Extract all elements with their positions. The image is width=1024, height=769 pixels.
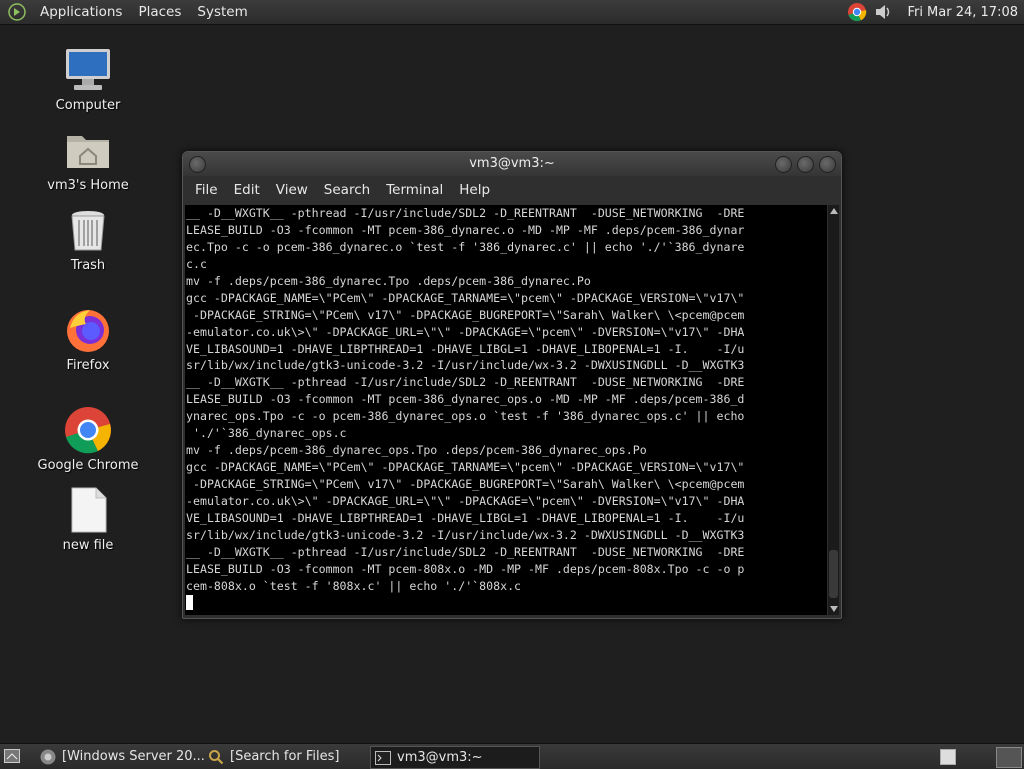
- desktop-icon-home[interactable]: vm3's Home: [28, 126, 148, 193]
- task-search-files[interactable]: [Search for Files]: [204, 746, 370, 767]
- window-title: vm3@vm3:~: [469, 156, 555, 171]
- terminal-icon: [375, 750, 391, 765]
- firefox-icon: [67, 310, 109, 352]
- terminal-window[interactable]: vm3@vm3:~ File Edit View Search Terminal…: [182, 151, 842, 619]
- terminal-line: __ -D__WXGTK__ -pthread -I/usr/include/S…: [186, 544, 745, 559]
- scroll-up-arrow[interactable]: [829, 208, 838, 214]
- terminal-line: LEASE_BUILD -O3 -fcommon -MT pcem-386_dy…: [186, 222, 745, 237]
- scrollbar-thumb[interactable]: [829, 550, 838, 598]
- terminal-line: c.c: [186, 256, 207, 271]
- desktop-icon-label: Trash: [70, 258, 106, 273]
- terminal-line: ynarec_ops.Tpo -c -o pcem-386_dynarec_op…: [186, 409, 745, 424]
- computer-icon: [66, 49, 110, 90]
- terminal-line: './'`386_dynarec_ops.c: [186, 426, 347, 441]
- desktop-icon-trash[interactable]: Trash: [28, 206, 148, 273]
- terminal-line: mv -f .deps/pcem-386_dynarec_ops.Tpo .de…: [186, 443, 647, 458]
- menu-edit[interactable]: Edit: [226, 182, 268, 198]
- terminal-line: gcc -DPACKAGE_NAME=\"PCem\" -DPACKAGE_TA…: [186, 290, 745, 305]
- maximize-button[interactable]: [797, 156, 814, 173]
- terminal-menubar: File Edit View Search Terminal Help: [183, 176, 841, 204]
- terminal-line: LEASE_BUILD -O3 -fcommon -MT pcem-808x.o…: [186, 561, 745, 576]
- terminal-line: VE_LIBASOUND=1 -DHAVE_LIBPTHREAD=1 -DHAV…: [186, 510, 745, 525]
- chrome-icon[interactable]: [847, 2, 867, 22]
- terminal-line: ec.Tpo -c -o pcem-386_dynarec.o `test -f…: [186, 239, 745, 254]
- task-label: [Windows Server 20...: [62, 749, 205, 764]
- desktop-icon-label: new file: [62, 538, 114, 553]
- file-icon: [71, 487, 107, 533]
- task-windows-server[interactable]: [Windows Server 20...: [36, 746, 206, 767]
- terminal-line: gcc -DPACKAGE_NAME=\"PCem\" -DPACKAGE_TA…: [186, 460, 745, 475]
- home-folder-icon: [67, 136, 109, 168]
- clock[interactable]: Fri Mar 24, 17:08: [907, 5, 1018, 20]
- menu-search[interactable]: Search: [316, 182, 378, 198]
- terminal-line: -DPACKAGE_STRING=\"PCem\ v17\" -DPACKAGE…: [186, 477, 745, 491]
- bottom-panel: [Windows Server 20... [Search for Files]…: [0, 743, 1024, 769]
- task-label: vm3@vm3:~: [397, 750, 483, 765]
- trash-applet-icon[interactable]: [940, 749, 956, 765]
- panel-tray: Fri Mar 24, 17:08: [847, 2, 1024, 22]
- minimize-button[interactable]: [775, 156, 792, 173]
- system-menu[interactable]: System: [189, 0, 255, 24]
- search-icon: [209, 749, 224, 764]
- close-button[interactable]: [819, 156, 836, 173]
- desktop-icon-chrome[interactable]: Google Chrome: [28, 406, 148, 473]
- desktop-icon-new-file[interactable]: new file: [28, 486, 148, 553]
- terminal-line: -DPACKAGE_STRING=\"PCem\ v17\" -DPACKAGE…: [186, 307, 745, 322]
- top-panel: Applications Places System Fri Mar 24, 1…: [0, 0, 1024, 25]
- terminal-line: -emulator.co.uk\>\" -DPACKAGE_URL=\"\" -…: [186, 493, 745, 508]
- menu-file[interactable]: File: [187, 182, 226, 198]
- terminal-line: VE_LIBASOUND=1 -DHAVE_LIBPTHREAD=1 -DHAV…: [186, 341, 745, 356]
- terminal-prompt-line[interactable]: [186, 594, 827, 612]
- places-menu[interactable]: Places: [130, 0, 189, 24]
- show-desktop-icon[interactable]: [4, 749, 20, 763]
- terminal-line: mv -f .deps/pcem-386_dynarec.Tpo .deps/p…: [186, 273, 591, 288]
- volume-icon[interactable]: [873, 2, 893, 22]
- terminal-line: __ -D__WXGTK__ -pthread -I/usr/include/S…: [186, 375, 745, 390]
- menu-view[interactable]: View: [268, 182, 316, 198]
- desktop-icon-label: Firefox: [66, 358, 110, 373]
- applications-menu[interactable]: Applications: [32, 0, 130, 24]
- workspace-switcher[interactable]: [996, 747, 1022, 768]
- desktop-icon-firefox[interactable]: Firefox: [28, 306, 148, 373]
- chrome-icon: [65, 407, 111, 454]
- terminal-line: -emulator.co.uk\>\" -DPACKAGE_URL=\"\" -…: [186, 324, 745, 339]
- terminal-line: cem-808x.o `test -f '808x.c' || echo './…: [186, 578, 522, 593]
- scroll-down-arrow[interactable]: [829, 606, 838, 612]
- terminal-line: __ -D__WXGTK__ -pthread -I/usr/include/S…: [186, 206, 745, 220]
- task-terminal[interactable]: vm3@vm3:~: [370, 746, 540, 769]
- menu-help[interactable]: Help: [451, 182, 498, 198]
- desktop-icon-computer[interactable]: Computer: [28, 46, 148, 113]
- terminal-line: LEASE_BUILD -O3 -fcommon -MT pcem-386_dy…: [186, 392, 745, 407]
- terminal-line: sr/lib/wx/include/gtk3-unicode-3.2 -I/us…: [186, 527, 745, 542]
- terminal-output[interactable]: __ -D__WXGTK__ -pthread -I/usr/include/S…: [185, 205, 827, 615]
- desktop-icon-label: Google Chrome: [37, 458, 139, 473]
- desktop-icon-label: Computer: [55, 98, 121, 113]
- main-menu-icon[interactable]: [8, 3, 26, 21]
- trash-icon: [71, 211, 105, 251]
- task-label: [Search for Files]: [230, 749, 340, 764]
- terminal-line: sr/lib/wx/include/gtk3-unicode-3.2 -I/us…: [186, 358, 745, 373]
- terminal-scrollbar[interactable]: [828, 205, 839, 615]
- menu-terminal[interactable]: Terminal: [378, 182, 451, 198]
- window-titlebar[interactable]: vm3@vm3:~: [183, 152, 841, 176]
- desktop-icon-label: vm3's Home: [47, 178, 129, 193]
- terminal-cursor: [186, 594, 193, 610]
- chrome-icon: [40, 749, 56, 764]
